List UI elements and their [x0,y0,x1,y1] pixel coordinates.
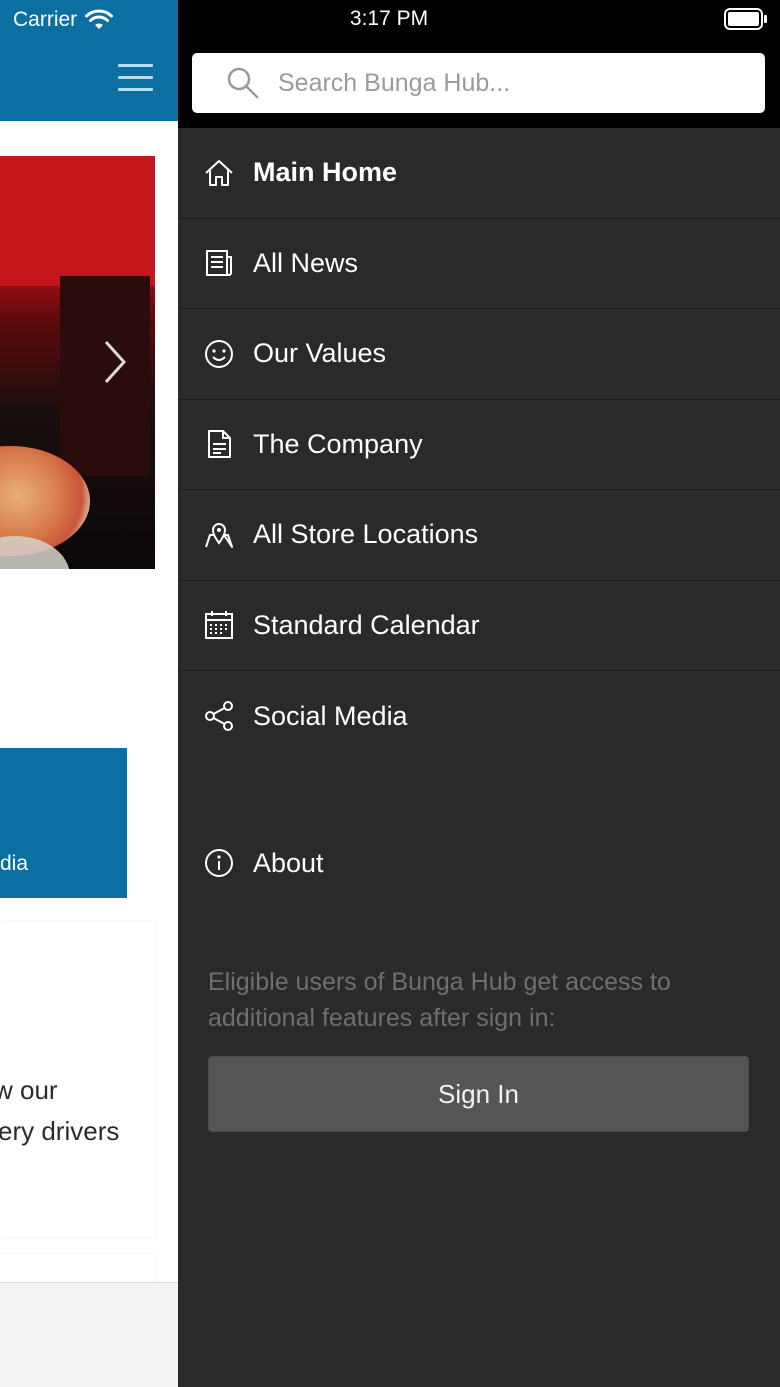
bottom-bar [0,1282,178,1387]
wifi-icon [85,9,114,29]
menu-item-label: All News [253,247,359,278]
menu-item-standard-calendar[interactable]: Standard Calendar [178,581,780,671]
info-icon [205,849,233,877]
news-card-text: w our ery drivers [0,1070,130,1152]
chevron-right-icon[interactable] [96,338,136,386]
navigation-drawer: 3:17 PM Search Bunga Hub... Main Home Al… [178,0,780,1387]
menu-item-our-values[interactable]: Our Values [178,309,780,400]
carrier-status: Carrier [13,8,114,32]
status-bar: 3:17 PM [178,0,780,40]
home-icon [205,159,233,186]
menu-item-store-locations[interactable]: All Store Locations [178,490,780,581]
news-text-line: w our [0,1075,58,1105]
search-input[interactable]: Search Bunga Hub... [192,53,765,113]
search-bar: Search Bunga Hub... [178,40,780,128]
hamburger-menu-button[interactable] [118,64,154,92]
menu-item-label: Main Home [253,157,398,188]
social-media-tile[interactable]: dia [0,748,127,898]
menu-item-social-media[interactable]: Social Media [178,671,780,762]
sign-in-info-text: Eligible users of Bunga Hub get access t… [208,968,671,1032]
carrier-label: Carrier [13,8,78,31]
menu-item-label: The Company [253,428,423,459]
next-card[interactable] [0,1254,155,1282]
menu-item-all-news[interactable]: All News [178,219,780,309]
menu-item-label: Standard Calendar [253,609,480,640]
news-card[interactable]: w our ery drivers [0,922,155,1237]
menu-item-label: Social Media [253,700,408,731]
menu-item-label: All Store Locations [253,519,479,550]
newspaper-icon [206,250,232,277]
share-icon [205,701,233,732]
app-header: Carrier [0,0,178,121]
battery-icon [724,8,767,30]
document-icon [208,430,231,459]
menu-item-main-home[interactable]: Main Home [178,128,780,219]
search-placeholder: Search Bunga Hub... [278,68,511,97]
menu-item-the-company[interactable]: The Company [178,400,780,490]
calendar-icon [205,611,233,640]
menu-item-about[interactable]: About [178,818,780,908]
background-app: Carrier dia w our ery drivers [0,0,178,1387]
tile-label: dia [0,852,29,875]
search-icon [227,67,259,99]
sign-in-button[interactable]: Sign In [208,1056,749,1132]
status-time: 3:17 PM [349,7,429,30]
map-pin-icon [205,522,233,548]
smiley-icon [205,339,233,368]
menu-item-label: Our Values [253,338,387,369]
hero-image[interactable] [0,156,155,569]
menu-item-label: About [253,847,324,878]
news-text-line: ery drivers [0,1116,120,1146]
drawer-menu: Main Home All News Our Values The Compan… [178,128,780,762]
